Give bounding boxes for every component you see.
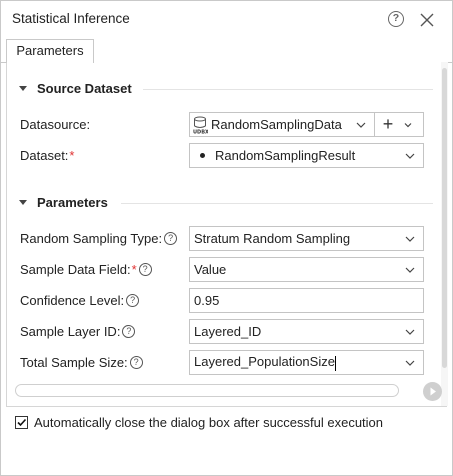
sample-data-field-label-text: Sample Data Field: — [20, 262, 131, 277]
confidence-level-input[interactable]: 0.95 — [189, 288, 424, 313]
tab-parameters[interactable]: Parameters — [6, 39, 94, 63]
dialog-window: Statistical Inference ? Parameters Sourc… — [0, 0, 453, 476]
run-button[interactable] — [423, 382, 442, 401]
svg-text:UDBX: UDBX — [193, 129, 208, 134]
chevron-down-icon[interactable] — [354, 120, 368, 130]
chevron-down-icon[interactable] — [403, 234, 417, 244]
checkmark-icon — [17, 418, 27, 427]
random-sampling-type-label: Random Sampling Type: ? — [20, 231, 178, 246]
collapse-caret-icon[interactable] — [19, 200, 27, 205]
help-icon[interactable]: ? — [122, 325, 136, 338]
help-icon[interactable]: ? — [129, 356, 143, 369]
sample-layer-id-label-text: Sample Layer ID: — [20, 324, 121, 339]
help-icon[interactable]: ? — [126, 294, 140, 307]
dialog-title: Statistical Inference — [12, 11, 130, 26]
section-divider — [143, 89, 433, 90]
section-divider — [121, 203, 433, 204]
random-sampling-type-select[interactable]: Stratum Random Sampling — [189, 226, 424, 251]
collapse-caret-icon[interactable] — [19, 86, 27, 91]
section-source-dataset-title: Source Dataset — [37, 81, 132, 96]
datasource-value: RandomSamplingData — [211, 117, 342, 132]
sample-layer-id-label: Sample Layer ID: ? — [20, 324, 136, 339]
udbx-datasource-icon: UDBX — [193, 116, 208, 134]
help-icon[interactable]: ? — [138, 263, 152, 276]
tab-strip: Parameters — [1, 39, 452, 63]
horizontal-scrollbar[interactable] — [15, 384, 399, 397]
sample-data-field-select[interactable]: Value — [189, 257, 424, 282]
random-sampling-type-label-text: Random Sampling Type: — [20, 231, 163, 246]
dataset-select[interactable]: RandomSamplingResult — [189, 143, 424, 168]
random-sampling-type-value: Stratum Random Sampling — [194, 231, 351, 246]
auto-close-option[interactable]: Automatically close the dialog box after… — [15, 415, 383, 430]
confidence-level-label: Confidence Level: ? — [20, 293, 140, 308]
section-parameters[interactable]: Parameters — [19, 195, 108, 210]
required-marker: * — [69, 148, 75, 163]
dataset-value: RandomSamplingResult — [215, 148, 356, 163]
datasource-select[interactable]: UDBX RandomSamplingData + — [189, 112, 424, 137]
required-marker: * — [131, 262, 137, 277]
datasource-label-text: Datasource: — [20, 117, 91, 132]
text-cursor — [334, 355, 336, 371]
confidence-level-label-text: Confidence Level: — [20, 293, 125, 308]
total-sample-size-value-text: Layered_PopulationSize — [194, 354, 335, 370]
total-sample-size-label: Total Sample Size: ? — [20, 355, 143, 370]
add-datasource-button[interactable]: + — [375, 113, 401, 136]
chevron-down-icon[interactable] — [403, 265, 417, 275]
title-bar: Statistical Inference ? — [1, 1, 452, 37]
sample-layer-id-value: Layered_ID — [194, 324, 262, 339]
help-button[interactable]: ? — [388, 11, 404, 27]
add-menu-chevron-icon[interactable] — [403, 121, 413, 129]
auto-close-label: Automatically close the dialog box after… — [34, 415, 384, 430]
vertical-scrollbar[interactable] — [441, 62, 448, 406]
chevron-down-icon[interactable] — [403, 358, 417, 368]
chevron-down-icon[interactable] — [403, 327, 417, 337]
section-source-dataset[interactable]: Source Dataset — [19, 81, 132, 96]
total-sample-size-select[interactable]: Layered_PopulationSize — [189, 350, 424, 375]
auto-close-checkbox[interactable] — [15, 416, 28, 429]
play-icon — [430, 387, 436, 396]
close-icon[interactable] — [418, 11, 436, 29]
chevron-down-icon[interactable] — [403, 151, 417, 161]
vertical-scrollbar-thumb[interactable] — [442, 68, 447, 368]
help-icon[interactable]: ? — [164, 232, 178, 245]
total-sample-size-value: Layered_PopulationSize — [194, 354, 403, 371]
sample-data-field-label: Sample Data Field: * ? — [20, 262, 152, 277]
sample-data-field-value: Value — [194, 262, 227, 277]
dataset-label: Dataset: * — [20, 148, 74, 163]
total-sample-size-label-text: Total Sample Size: — [20, 355, 128, 370]
confidence-level-value: 0.95 — [194, 293, 220, 308]
datasource-label: Datasource: — [20, 117, 90, 132]
dataset-label-text: Dataset: — [20, 148, 69, 163]
section-parameters-title: Parameters — [37, 195, 108, 210]
sample-layer-id-select[interactable]: Layered_ID — [189, 319, 424, 344]
datasource-dropdown[interactable]: UDBX RandomSamplingData — [190, 113, 375, 136]
dataset-bullet-icon — [200, 153, 205, 158]
